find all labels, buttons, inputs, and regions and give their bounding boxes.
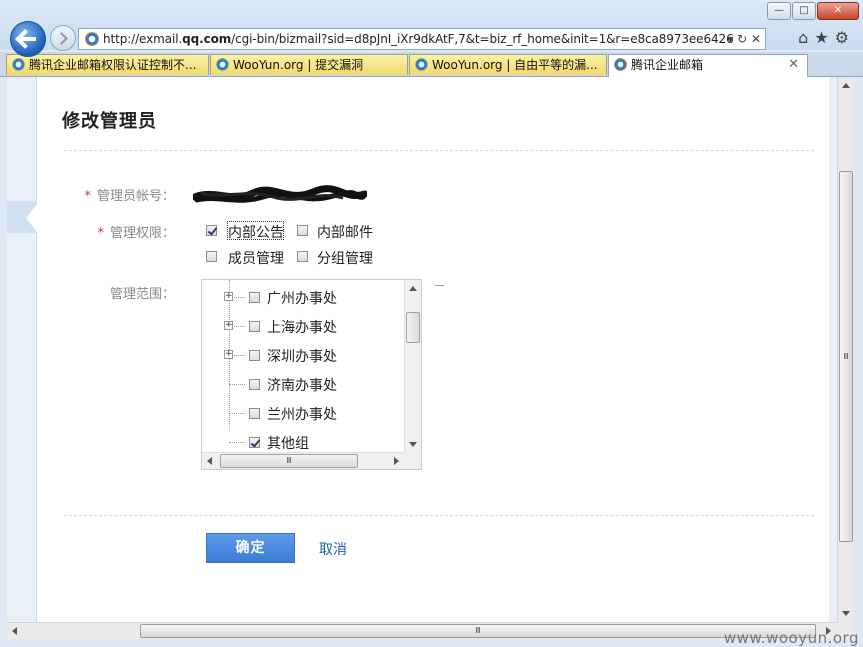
tab-qq-mail[interactable]: 腾讯企业邮箱 ✕ — [608, 54, 808, 77]
back-button[interactable] — [10, 21, 46, 57]
scroll-down-icon[interactable] — [842, 611, 850, 616]
ie-icon — [12, 58, 25, 71]
tree-node[interactable]: + 上海办事处 — [210, 312, 404, 340]
scope-tree[interactable]: + 广州办事处 + 上海办事处 + 深圳办事处 济南办事处 兰州办事处 其他组 … — [201, 279, 422, 470]
expand-icon[interactable]: + — [224, 350, 233, 359]
tree-checkbox[interactable] — [249, 408, 260, 419]
divider — [64, 515, 814, 516]
tree-checkbox[interactable] — [249, 292, 260, 303]
permission-label-members: 成员管理 — [228, 251, 284, 267]
page-title: 修改管理员 — [62, 111, 157, 132]
forward-button[interactable] — [50, 25, 76, 51]
tree-node-label: 兰州办事处 — [267, 407, 337, 423]
tree-horizontal-scrollbar[interactable]: Ⅲ — [202, 452, 405, 469]
permission-label-announcement: 内部公告 — [228, 225, 284, 241]
permission-checkbox-members[interactable] — [206, 251, 217, 262]
address-bar[interactable]: http://exmail.qq.com/cgi-bin/bizmail?sid… — [78, 28, 766, 50]
tab-close-icon[interactable]: ✕ — [788, 55, 799, 75]
sidebar-pointer-icon — [26, 204, 37, 232]
address-url: http://exmail.qq.com/cgi-bin/bizmail?sid… — [103, 32, 734, 46]
scope-tree-list: + 广州办事处 + 上海办事处 + 深圳办事处 济南办事处 兰州办事处 其他组 — [210, 280, 404, 453]
scroll-left-icon[interactable] — [207, 457, 212, 465]
expand-icon[interactable]: + — [224, 321, 233, 330]
scroll-thumb[interactable]: Ⅲ — [839, 171, 853, 542]
expand-icon[interactable]: + — [224, 292, 233, 301]
tree-checkbox[interactable] — [249, 437, 260, 448]
scroll-thumb[interactable] — [406, 312, 420, 343]
permission-checkbox-groups[interactable] — [297, 251, 308, 262]
watermark: www.wooyun.org — [723, 629, 859, 647]
page-vertical-scrollbar[interactable]: Ⅲ — [837, 77, 854, 622]
scroll-up-icon[interactable] — [409, 286, 417, 291]
tab-strip: 腾讯企业邮箱权限认证控制不... WooYun.org | 提交漏洞 WooYu… — [0, 52, 863, 77]
tree-checkbox[interactable] — [249, 350, 260, 361]
permissions-label: * 管理权限： — [97, 226, 175, 241]
tree-node[interactable]: + 广州办事处 — [210, 283, 404, 311]
address-controls[interactable]: ▾ ↻ ✕ — [727, 29, 761, 49]
tree-node[interactable]: 济南办事处 — [210, 370, 404, 398]
left-sidebar-gutter — [7, 77, 37, 622]
page-viewport: 修改管理员 * 管理员帐号： * 管理权限： 内部公告 内部邮件 成员管理 分组管理… — [7, 77, 837, 622]
permission-checkbox-announcement[interactable] — [206, 225, 217, 236]
scroll-left-icon[interactable] — [12, 627, 17, 635]
scroll-thumb[interactable]: Ⅲ — [140, 624, 816, 638]
permission-checkbox-internal-mail[interactable] — [297, 225, 308, 236]
maximize-button[interactable]: □ — [792, 2, 816, 20]
tree-node[interactable]: + 深圳办事处 — [210, 341, 404, 369]
browser-tools[interactable]: ⌂★⚙ — [798, 28, 855, 47]
page-horizontal-scrollbar[interactable]: Ⅲ — [7, 622, 837, 639]
divider — [64, 150, 814, 151]
qq-mail-icon — [614, 58, 627, 71]
tree-node-label: 其他组 — [267, 436, 309, 452]
tab-wooyun-report[interactable]: 腾讯企业邮箱权限认证控制不... — [6, 54, 209, 75]
dash-mark — [435, 285, 444, 286]
permission-label-internal-mail: 内部邮件 — [317, 225, 373, 241]
ie-icon — [415, 58, 428, 71]
window-controls: — □ ✕ — [766, 2, 859, 20]
tree-node[interactable]: 兰州办事处 — [210, 399, 404, 427]
confirm-button[interactable]: 确定 — [206, 533, 295, 563]
tree-node-label: 广州办事处 — [267, 291, 337, 307]
close-window-button[interactable]: ✕ — [817, 2, 859, 20]
admin-account-label: * 管理员帐号： — [84, 189, 175, 204]
tree-node-label: 上海办事处 — [267, 320, 337, 336]
scroll-thumb[interactable]: Ⅲ — [220, 454, 358, 468]
permission-label-groups: 分组管理 — [317, 251, 373, 267]
scroll-right-icon[interactable] — [394, 457, 399, 465]
scroll-up-icon[interactable] — [842, 83, 850, 88]
tree-node[interactable]: 其他组 — [210, 428, 404, 453]
tree-node-label: 济南办事处 — [267, 378, 337, 394]
redacted-account-scribble — [193, 185, 367, 203]
qq-mail-favicon-icon — [85, 32, 99, 46]
cancel-link[interactable]: 取消 — [319, 539, 347, 559]
tab-wooyun-home[interactable]: WooYun.org | 自由平等的漏... — [409, 54, 607, 75]
tab-wooyun-submit[interactable]: WooYun.org | 提交漏洞 — [210, 54, 408, 75]
tree-checkbox[interactable] — [249, 321, 260, 332]
minimize-button[interactable]: — — [767, 2, 791, 20]
tree-checkbox[interactable] — [249, 379, 260, 390]
ie-icon — [216, 58, 229, 71]
tree-node-label: 深圳办事处 — [267, 349, 337, 365]
scope-label: 管理范围： — [109, 287, 175, 302]
tree-vertical-scrollbar[interactable] — [404, 280, 421, 453]
scroll-down-icon[interactable] — [409, 442, 417, 447]
